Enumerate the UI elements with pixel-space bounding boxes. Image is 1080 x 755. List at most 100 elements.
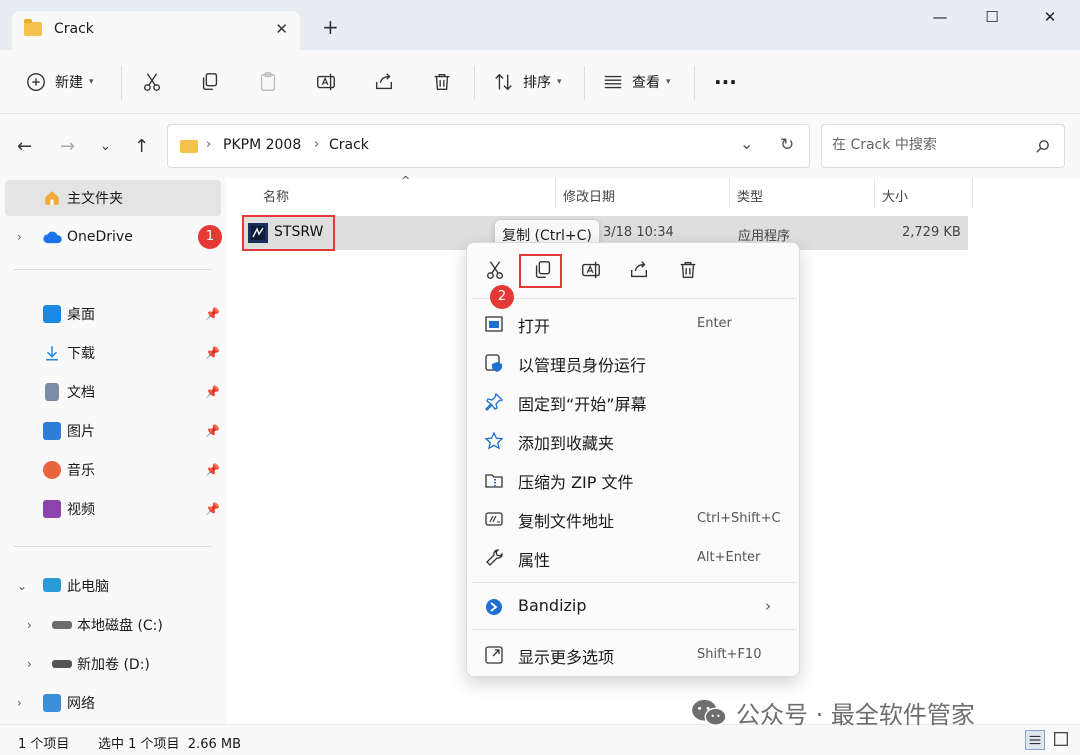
- menu-delete-button[interactable]: [677, 259, 705, 283]
- sidebar-item-network[interactable]: › 网络: [5, 685, 221, 721]
- recent-chevron-icon[interactable]: ⌄: [100, 139, 111, 154]
- title-bar: Crack ✕ + — ☐ ✕: [0, 0, 1080, 50]
- column-header-type[interactable]: 类型: [737, 186, 763, 205]
- delete-button[interactable]: [431, 70, 453, 94]
- scissors-icon: [143, 73, 161, 91]
- chevron-right-icon[interactable]: ›: [206, 137, 211, 152]
- pin-icon[interactable]: 📌: [205, 502, 220, 516]
- sidebar-item-onedrive[interactable]: › OneDrive: [5, 219, 221, 255]
- chevron-down-icon[interactable]: ⌄: [17, 579, 27, 593]
- menu-item-add-favorite[interactable]: 添加到收藏夹: [477, 423, 791, 459]
- breadcrumb-pkpm[interactable]: PKPM 2008: [223, 137, 301, 153]
- pin-icon[interactable]: 📌: [205, 463, 220, 477]
- tab-close-icon[interactable]: ✕: [275, 20, 288, 38]
- sidebar-item-videos[interactable]: 视频 📌: [5, 491, 221, 527]
- navigation-pane: 主文件夹 › OneDrive 桌面 📌 下载 📌 文档 📌 图片 📌 音乐 📌: [0, 178, 226, 724]
- new-tab-button[interactable]: +: [322, 17, 339, 37]
- selection-info: 选中 1 个项目 2.66 MB: [98, 737, 242, 752]
- address-bar[interactable]: › PKPM 2008 › Crack ⌄ ↻: [167, 124, 810, 168]
- copy-button[interactable]: [199, 70, 221, 94]
- file-size: 2,729 KB: [902, 225, 961, 240]
- menu-item-shortcut: Ctrl+Shift+C: [697, 511, 781, 526]
- maximize-button[interactable]: ☐: [977, 8, 1007, 30]
- sidebar-item-label: 本地磁盘 (C:): [77, 618, 163, 634]
- column-header-size[interactable]: 大小: [882, 186, 908, 205]
- divider: [14, 269, 212, 270]
- pin-icon[interactable]: 📌: [205, 307, 220, 321]
- network-icon: [43, 694, 61, 712]
- sidebar-item-music[interactable]: 音乐 📌: [5, 452, 221, 488]
- expand-icon: [484, 645, 504, 665]
- wrench-icon: [484, 548, 504, 568]
- close-button[interactable]: ✕: [1035, 8, 1065, 30]
- sort-button[interactable]: 排序 ▾: [493, 70, 562, 94]
- menu-item-pin-start[interactable]: 固定到“开始”屏幕: [477, 384, 791, 420]
- more-button[interactable]: ···: [714, 70, 737, 94]
- menu-item-copy-path[interactable]: 复制文件地址 Ctrl+Shift+C: [477, 501, 791, 537]
- separator: [694, 66, 695, 100]
- file-modified: 3/18 10:34: [603, 225, 674, 240]
- document-icon: [45, 383, 59, 401]
- menu-item-open[interactable]: 打开 Enter: [477, 306, 791, 342]
- search-box[interactable]: [821, 124, 1065, 168]
- sidebar-item-this-pc[interactable]: ⌄ 此电脑: [5, 568, 221, 604]
- column-header-modified[interactable]: 修改日期: [563, 186, 615, 205]
- tab-crack[interactable]: Crack ✕: [12, 11, 300, 50]
- new-button[interactable]: 新建 ▾: [25, 70, 94, 94]
- plus-circle-icon: [27, 73, 45, 91]
- menu-item-bandizip[interactable]: Bandizip ›: [477, 589, 791, 625]
- search-input[interactable]: [832, 137, 1022, 153]
- sidebar-item-pictures[interactable]: 图片 📌: [5, 413, 221, 449]
- cut-button[interactable]: [141, 70, 163, 94]
- details-view-button[interactable]: [1025, 730, 1045, 750]
- paste-button[interactable]: [257, 70, 279, 94]
- copy-path-icon: [484, 509, 504, 529]
- new-label: 新建: [55, 75, 83, 91]
- rename-icon: [582, 261, 600, 279]
- sidebar-item-documents[interactable]: 文档 📌: [5, 374, 221, 410]
- sidebar-item-home[interactable]: 主文件夹: [5, 180, 221, 216]
- sidebar-item-downloads[interactable]: 下载 📌: [5, 335, 221, 371]
- menu-cut-button[interactable]: [484, 259, 512, 283]
- chevron-right-icon[interactable]: ›: [17, 230, 22, 244]
- sidebar-item-desktop[interactable]: 桌面 📌: [5, 296, 221, 332]
- menu-item-compress-zip[interactable]: 压缩为 ZIP 文件: [477, 462, 791, 498]
- pin-icon[interactable]: 📌: [205, 346, 220, 360]
- menu-item-run-as-admin[interactable]: 以管理员身份运行: [477, 345, 791, 381]
- rename-button[interactable]: [315, 70, 337, 94]
- sidebar-item-drive-d[interactable]: › 新加卷 (D:): [5, 646, 221, 682]
- minimize-button[interactable]: —: [925, 8, 955, 30]
- chevron-down-icon: ▾: [89, 77, 94, 87]
- up-arrow-icon[interactable]: ↑: [134, 136, 149, 157]
- view-label: 查看: [632, 75, 660, 91]
- pin-icon[interactable]: 📌: [205, 424, 220, 438]
- sort-label: 排序: [523, 75, 551, 91]
- chevron-right-icon[interactable]: ›: [27, 618, 32, 632]
- menu-rename-button[interactable]: [580, 259, 608, 283]
- search-icon[interactable]: [1034, 138, 1051, 155]
- refresh-icon[interactable]: ↻: [780, 135, 794, 155]
- chevron-right-icon[interactable]: ›: [314, 137, 319, 152]
- menu-item-label: 固定到“开始”屏幕: [518, 395, 647, 414]
- separator: [474, 66, 475, 100]
- menu-item-label: 属性: [518, 551, 551, 570]
- pin-icon[interactable]: 📌: [205, 385, 220, 399]
- chevron-down-icon[interactable]: ⌄: [740, 134, 753, 153]
- back-arrow-icon[interactable]: ←: [17, 136, 32, 157]
- menu-item-show-more[interactable]: 显示更多选项 Shift+F10: [477, 637, 791, 673]
- forward-arrow-icon[interactable]: →: [60, 136, 75, 157]
- folder-icon: [24, 19, 42, 36]
- menu-share-button[interactable]: [628, 259, 656, 283]
- sidebar-item-label: OneDrive: [67, 229, 133, 245]
- column-header-name[interactable]: 名称: [263, 186, 289, 205]
- chevron-right-icon[interactable]: ›: [17, 696, 22, 710]
- breadcrumb-crack[interactable]: Crack: [329, 137, 369, 153]
- chevron-right-icon[interactable]: ›: [27, 657, 32, 671]
- menu-item-properties[interactable]: 属性 Alt+Enter: [477, 540, 791, 576]
- sidebar-item-drive-c[interactable]: › 本地磁盘 (C:): [5, 607, 221, 643]
- cloud-icon: [42, 230, 64, 244]
- tiles-view-button[interactable]: [1052, 730, 1072, 750]
- share-button[interactable]: [373, 70, 395, 94]
- trash-icon: [680, 261, 696, 279]
- view-button[interactable]: 查看 ▾: [602, 70, 671, 94]
